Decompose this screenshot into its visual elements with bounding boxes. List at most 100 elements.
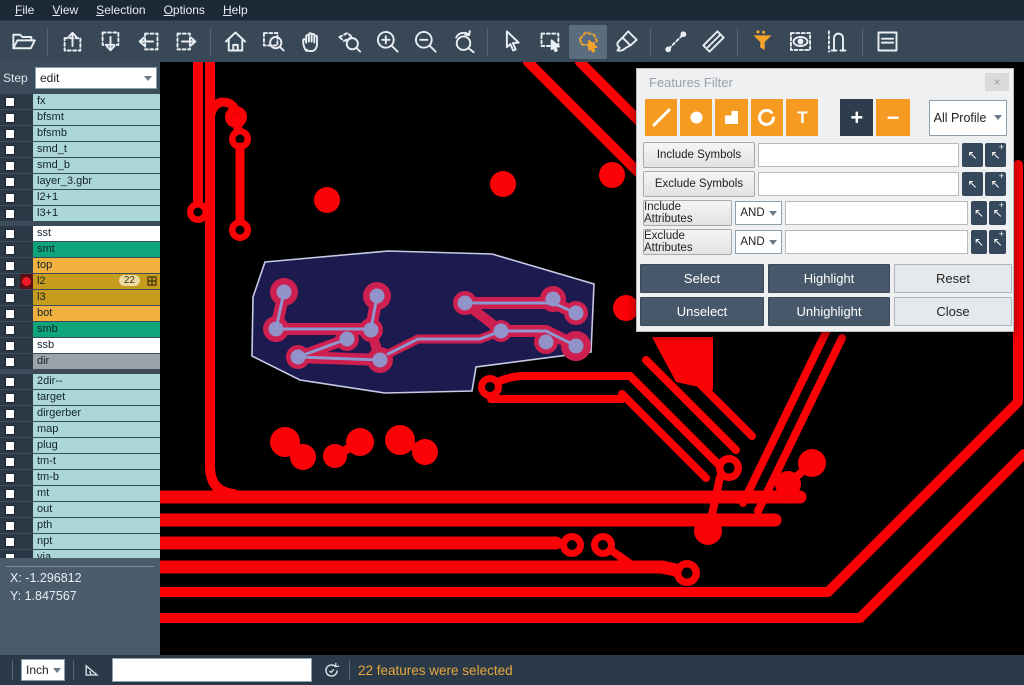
layer-checkbox[interactable] — [5, 177, 15, 187]
menu-options[interactable]: Options — [155, 1, 214, 19]
layer-indicator-cell[interactable] — [20, 454, 33, 469]
units-select[interactable]: Inch — [21, 659, 65, 681]
layer-row-pth[interactable]: pth — [0, 518, 160, 533]
pick-arrow-icon[interactable]: ↖ — [962, 143, 983, 167]
pan-hand-icon[interactable] — [292, 25, 330, 59]
feature-type-line-icon[interactable] — [645, 99, 677, 136]
layer-checkbox[interactable] — [5, 145, 15, 155]
layer-indicator-cell[interactable] — [20, 158, 33, 173]
exclude-attributes-operator-select[interactable]: AND — [735, 230, 781, 254]
zoom-out-icon[interactable] — [406, 25, 444, 59]
layer-checkbox[interactable] — [5, 489, 15, 499]
feature-type-arc-icon[interactable] — [751, 99, 783, 136]
layer-checkbox[interactable] — [5, 473, 15, 483]
exclude-symbols-button[interactable]: Exclude Symbols — [643, 171, 755, 197]
layer-checkbox[interactable] — [5, 113, 15, 123]
layer-row-out[interactable]: out — [0, 502, 160, 517]
unselect-button[interactable]: Unselect — [640, 297, 764, 326]
measure-ruler-icon[interactable] — [694, 25, 732, 59]
angle-corner-icon[interactable] — [82, 660, 102, 680]
layer-row-smd_t[interactable]: smd_t — [0, 142, 160, 157]
layer-row-smb[interactable]: smb — [0, 322, 160, 337]
pick-arrow-icon[interactable]: ↖ — [962, 172, 983, 196]
exclude-attributes-field[interactable] — [785, 230, 968, 254]
layer-checkbox[interactable] — [5, 505, 15, 515]
zoom-in-icon[interactable] — [368, 25, 406, 59]
layer-row-bfsmt[interactable]: bfsmt — [0, 110, 160, 125]
select-rect-icon[interactable] — [531, 25, 569, 59]
layer-indicator-cell[interactable] — [20, 374, 33, 389]
layer-checkbox[interactable] — [5, 341, 15, 351]
pan-down-icon[interactable] — [91, 25, 129, 59]
exclude-attributes-button[interactable]: Exclude Attributes — [643, 229, 732, 255]
layer-checkbox[interactable] — [5, 357, 15, 367]
pick-arrow-add-icon[interactable]: ↖+ — [989, 201, 1006, 225]
pan-left-icon[interactable] — [129, 25, 167, 59]
layer-row-l2+1[interactable]: l2+1 — [0, 190, 160, 205]
zoom-window-icon[interactable] — [254, 25, 292, 59]
feature-type-pad-icon[interactable] — [680, 99, 712, 136]
layer-checkbox[interactable] — [5, 537, 15, 547]
layer-indicator-cell[interactable] — [20, 470, 33, 485]
view-eye-icon[interactable] — [781, 25, 819, 59]
layer-checkbox[interactable] — [5, 209, 15, 219]
layer-checkbox[interactable] — [5, 293, 15, 303]
layer-checkbox[interactable] — [5, 245, 15, 255]
layer-checkbox[interactable] — [5, 229, 15, 239]
layer-indicator-cell[interactable] — [20, 322, 33, 337]
layer-indicator-cell[interactable] — [20, 438, 33, 453]
layer-checkbox[interactable] — [5, 393, 15, 403]
home-icon[interactable] — [216, 25, 254, 59]
layer-indicator-cell[interactable] — [20, 390, 33, 405]
profile-select[interactable]: All Profile — [929, 100, 1007, 136]
feature-type-surface-icon[interactable] — [715, 99, 747, 136]
pan-up-icon[interactable] — [53, 25, 91, 59]
layer-indicator-cell[interactable] — [20, 142, 33, 157]
layer-indicator-cell[interactable] — [20, 242, 33, 257]
pick-arrow-icon[interactable]: ↖ — [971, 230, 988, 254]
menu-selection[interactable]: Selection — [87, 1, 154, 19]
add-filter-button[interactable]: + — [840, 99, 873, 136]
paint-brush-icon[interactable] — [607, 25, 645, 59]
layer-row-smt[interactable]: smt — [0, 242, 160, 257]
layer-row-map[interactable]: map — [0, 422, 160, 437]
zoom-previous-icon[interactable] — [444, 25, 482, 59]
select-polygon-icon[interactable] — [569, 25, 607, 59]
feature-type-text-icon[interactable]: T — [786, 99, 818, 136]
layer-row-bfsmb[interactable]: bfsmb — [0, 126, 160, 141]
select-arrow-icon[interactable] — [493, 25, 531, 59]
layer-indicator-cell[interactable] — [20, 226, 33, 241]
layer-checkbox[interactable] — [5, 325, 15, 335]
close-button[interactable]: Close — [894, 297, 1012, 326]
layer-indicator-cell[interactable] — [20, 306, 33, 321]
layer-indicator-cell[interactable] — [20, 290, 33, 305]
step-select[interactable]: edit — [35, 67, 157, 89]
layer-row-npt[interactable]: npt — [0, 534, 160, 549]
layer-row-mt[interactable]: mt — [0, 486, 160, 501]
layer-row-layer_3.gbr[interactable]: layer_3.gbr — [0, 174, 160, 189]
dialog-title-bar[interactable]: Features Filter × — [637, 69, 1013, 95]
layer-row-l3+1[interactable]: l3+1 — [0, 206, 160, 221]
pick-arrow-add-icon[interactable]: ↖+ — [985, 172, 1006, 196]
layer-checkbox[interactable] — [5, 161, 15, 171]
layer-row-plug[interactable]: plug — [0, 438, 160, 453]
select-button[interactable]: Select — [640, 264, 764, 293]
layer-indicator-cell[interactable] — [20, 486, 33, 501]
open-folder-icon[interactable] — [4, 25, 42, 59]
layer-row-bot[interactable]: bot — [0, 306, 160, 321]
layer-row-sst[interactable]: sst — [0, 226, 160, 241]
layer-indicator-cell[interactable] — [20, 338, 33, 353]
layer-checkbox[interactable] — [5, 425, 15, 435]
layer-checkbox[interactable] — [5, 309, 15, 319]
layer-indicator-cell[interactable] — [20, 94, 33, 109]
pick-arrow-add-icon[interactable]: ↖+ — [985, 143, 1006, 167]
exclude-symbols-field[interactable] — [758, 172, 959, 196]
layer-row-l2[interactable]: l222 — [0, 274, 160, 289]
grid-icon[interactable] — [147, 276, 157, 289]
layer-checkbox[interactable] — [5, 261, 15, 271]
layer-row-smd_b[interactable]: smd_b — [0, 158, 160, 173]
close-icon[interactable]: × — [985, 73, 1009, 91]
command-input[interactable] — [112, 658, 312, 682]
layer-indicator-cell[interactable] — [20, 406, 33, 421]
layer-checkbox[interactable] — [5, 409, 15, 419]
